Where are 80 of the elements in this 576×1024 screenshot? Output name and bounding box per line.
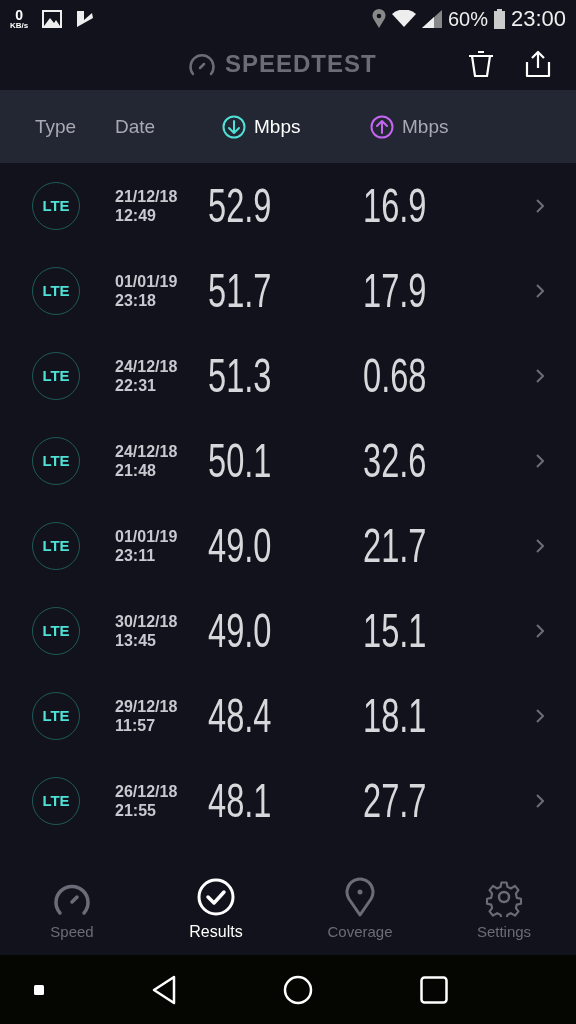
- test-time: 23:11: [115, 545, 157, 565]
- test-time: 22:31: [115, 375, 157, 395]
- recents-icon: [419, 975, 448, 1004]
- nav-tab[interactable]: Settings: [432, 866, 576, 951]
- image-icon: [42, 10, 63, 28]
- network-speed: 0: [15, 8, 23, 22]
- download-speed: 49.0: [208, 606, 272, 655]
- result-row[interactable]: LTE 30/12/18 13:45 49.0 15.1: [0, 588, 576, 673]
- test-time: 13:45: [115, 630, 157, 650]
- download-speed: 51.7: [208, 266, 272, 315]
- test-date: 01/01/19: [115, 271, 179, 291]
- share-button[interactable]: [524, 50, 552, 78]
- upload-speed: 32.6: [363, 436, 427, 485]
- upload-speed: 17.9: [363, 266, 427, 315]
- network-speed-unit: KB/s: [10, 22, 29, 30]
- clock: 23:00: [510, 6, 566, 32]
- result-row[interactable]: LTE 21/12/18 12:49 52.9 16.9: [0, 163, 576, 248]
- delete-button[interactable]: [468, 50, 494, 78]
- result-row[interactable]: LTE 01/01/19 23:11 49.0 21.7: [0, 503, 576, 588]
- test-time: 21:55: [115, 800, 157, 820]
- nav-tab[interactable]: Coverage: [288, 866, 432, 951]
- result-row[interactable]: LTE 24/12/18 22:31 51.3 0.68: [0, 333, 576, 418]
- download-speed: 49.0: [208, 521, 272, 570]
- test-date: 24/12/18: [115, 441, 179, 461]
- chevron-right-icon: [536, 198, 544, 213]
- test-time: 23:18: [115, 290, 157, 310]
- test-date: 01/01/19: [115, 526, 179, 546]
- battery-percentage: 60%: [447, 7, 488, 31]
- chevron-right-icon: [536, 538, 544, 553]
- upload-speed: 0.68: [363, 351, 427, 400]
- upload-speed: 27.7: [363, 776, 427, 825]
- nav-tab[interactable]: Speed: [0, 866, 144, 951]
- test-date: 29/12/18: [115, 696, 179, 716]
- download-speed: 48.4: [208, 691, 272, 740]
- back-icon: [150, 974, 177, 1005]
- column-header[interactable]: Mbps: [222, 114, 301, 139]
- column-header[interactable]: Mbps: [370, 114, 449, 139]
- column-header[interactable]: Type: [35, 115, 77, 138]
- nav-tab[interactable]: Results: [144, 866, 288, 951]
- result-row[interactable]: LTE 26/12/18 21:55 48.1 27.7: [0, 758, 576, 843]
- download-speed: 50.1: [208, 436, 272, 485]
- upload-speed: 21.7: [363, 521, 427, 570]
- recents-button[interactable]: [419, 975, 448, 1004]
- checkmark-circle-icon: [196, 876, 236, 917]
- download-speed: 52.9: [208, 181, 272, 230]
- signal-icon: [421, 10, 442, 28]
- chevron-right-icon: [536, 453, 544, 468]
- test-date: 24/12/18: [115, 356, 179, 376]
- menu-button[interactable]: [34, 984, 44, 995]
- test-time: 11:57: [115, 715, 157, 735]
- download-speed: 48.1: [208, 776, 272, 825]
- test-date: 21/12/18: [115, 186, 179, 206]
- test-date: 30/12/18: [115, 611, 179, 631]
- test-time: 21:48: [115, 460, 157, 480]
- home-icon: [283, 974, 314, 1005]
- wifi-icon: [391, 10, 416, 28]
- trash-icon: [468, 50, 494, 78]
- upload-speed: 15.1: [363, 606, 427, 655]
- chevron-right-icon: [536, 283, 544, 298]
- result-row[interactable]: LTE 01/01/19 23:18 51.7 17.9: [0, 248, 576, 333]
- chevron-right-icon: [536, 623, 544, 638]
- chevron-right-icon: [536, 708, 544, 723]
- share-icon: [524, 50, 552, 78]
- battery-icon: [493, 9, 505, 29]
- result-row[interactable]: LTE 29/12/18 11:57 48.4 18.1: [0, 673, 576, 758]
- back-button[interactable]: [150, 974, 177, 1005]
- column-header[interactable]: Date: [115, 115, 156, 138]
- upload-speed: 16.9: [363, 181, 427, 230]
- map-pin-icon: [343, 877, 377, 917]
- download-speed: 51.3: [208, 351, 272, 400]
- speedometer-icon: [188, 52, 216, 76]
- chevron-right-icon: [536, 793, 544, 808]
- home-button[interactable]: [283, 974, 314, 1005]
- test-date: 26/12/18: [115, 781, 179, 801]
- location-icon: [371, 9, 386, 29]
- upload-speed: 18.1: [363, 691, 427, 740]
- app-title: SPEEDTEST: [225, 50, 377, 78]
- result-row[interactable]: LTE 24/12/18 21:48 50.1 32.6: [0, 418, 576, 503]
- chevron-right-icon: [536, 368, 544, 383]
- test-time: 12:49: [115, 205, 157, 225]
